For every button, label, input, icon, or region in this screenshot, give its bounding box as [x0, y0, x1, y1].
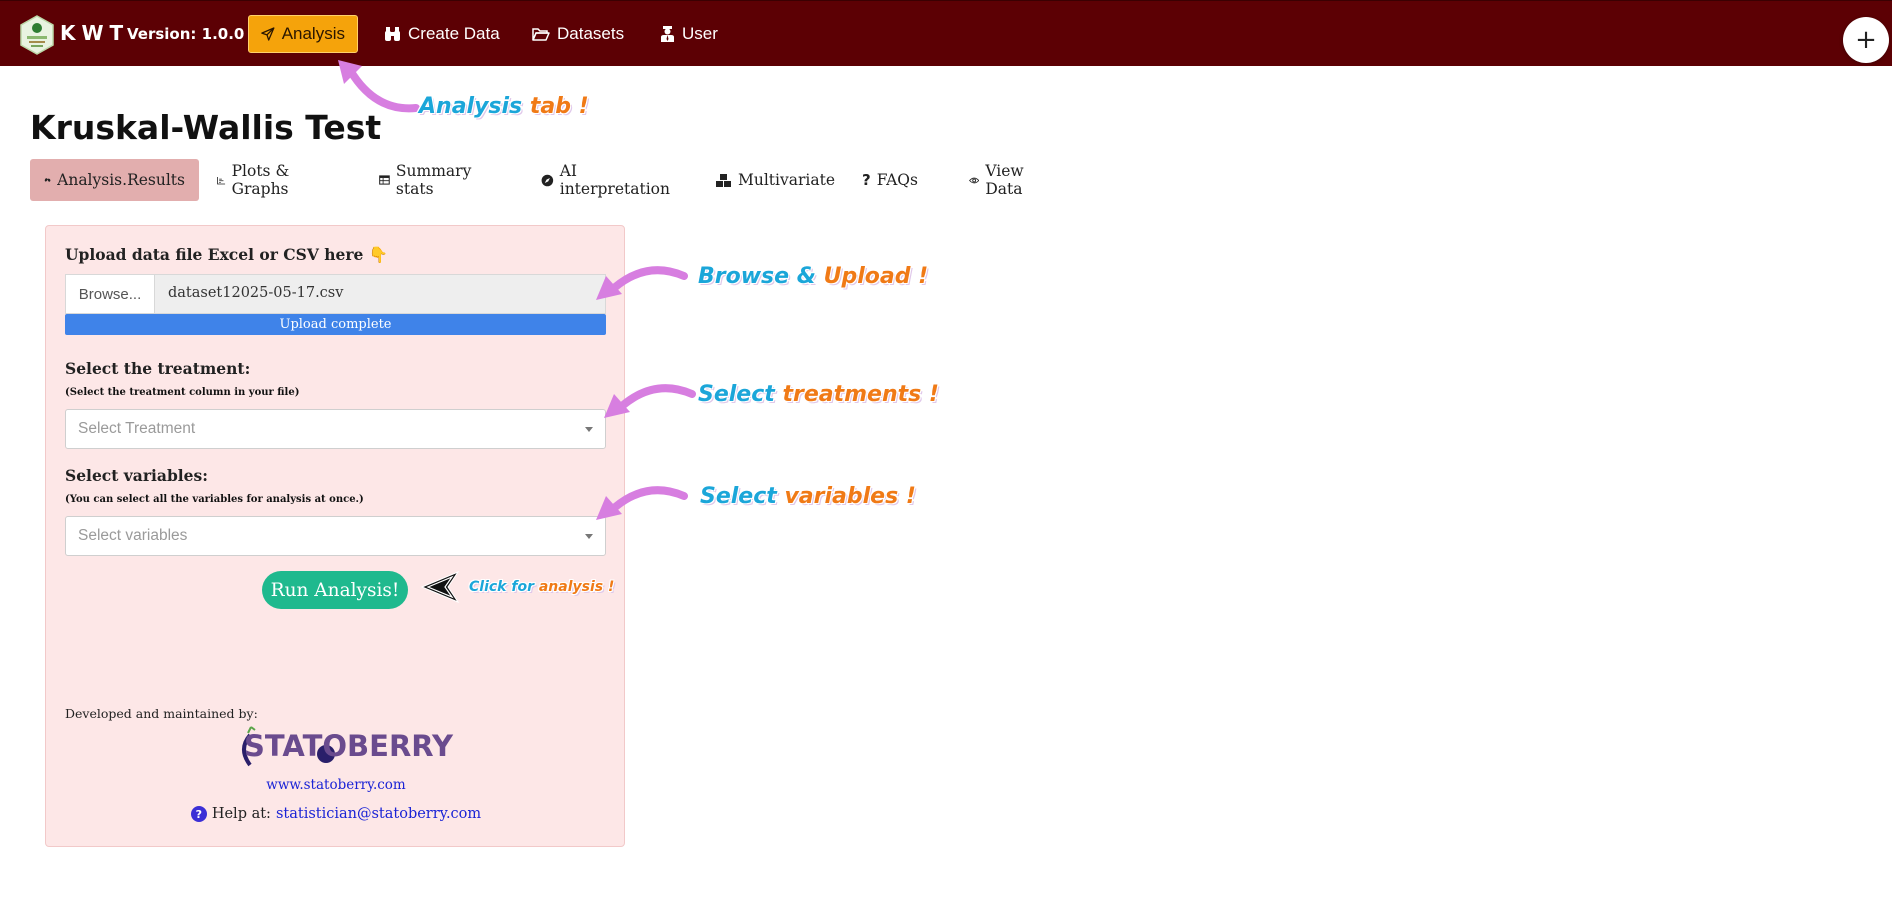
nav-tab-label: Analysis — [281, 24, 345, 43]
tab-faqs[interactable]: ? FAQs — [848, 159, 932, 201]
annotation-select-variables: Select variables ! — [700, 484, 916, 509]
help-prefix: Help at: — [211, 806, 271, 822]
run-analysis-button[interactable]: Run Analysis! — [262, 571, 408, 609]
nav-tab-analysis[interactable]: Analysis — [248, 15, 358, 53]
annotation-select-treatments: Select treatments ! — [698, 382, 939, 407]
annotation-analysis-tab: Analysis tab ! — [419, 94, 589, 119]
top-navbar: KWT Version: 1.0.0 Analysis Create Data … — [0, 0, 1892, 66]
annotation-arrow-analysis — [338, 60, 420, 113]
help-line: ? Help at: statistician@statoberry.com — [46, 806, 626, 822]
treatment-select-placeholder: Select Treatment — [78, 420, 196, 437]
app-version: Version: 1.0.0 — [127, 25, 245, 43]
folder-open-icon — [532, 27, 550, 41]
nav-tab-label: User — [682, 24, 718, 43]
chevron-down-icon — [585, 427, 593, 432]
help-email-link[interactable]: statistician@statoberry.com — [276, 806, 481, 822]
upload-progress-fill: Upload complete — [65, 314, 606, 335]
statoberry-logo-text: STATOBERRY — [244, 729, 454, 763]
question-icon: ? — [862, 171, 871, 189]
user-tie-icon — [661, 26, 674, 42]
website-link[interactable]: www.statoberry.com — [46, 777, 626, 793]
cubes-icon — [716, 173, 731, 187]
nav-tab-user[interactable]: User — [648, 15, 730, 53]
file-input[interactable]: Browse... dataset12025-05-17.csv — [65, 274, 606, 314]
eye-icon — [969, 177, 980, 183]
tab-label: Multivariate — [738, 171, 836, 189]
nav-tab-create-data[interactable]: Create Data — [372, 15, 512, 53]
input-panel: Upload data file Excel or CSV here 👇 Bro… — [45, 225, 625, 847]
developed-by-text: Developed and maintained by: — [65, 706, 258, 721]
add-button[interactable]: + — [1843, 17, 1889, 63]
hands-icon — [44, 178, 51, 182]
annotation-arrow-treatments — [604, 384, 696, 418]
paper-plane-icon — [261, 27, 275, 41]
variables-select[interactable]: Select variables — [65, 516, 606, 556]
tab-multivariate[interactable]: Multivariate — [701, 159, 849, 201]
annotation-arrow-variables — [596, 486, 688, 520]
variables-select-placeholder: Select variables — [78, 527, 188, 544]
page-title: Kruskal-Wallis Test — [30, 108, 382, 147]
statoberry-logo: STATOBERRY — [236, 725, 453, 773]
tab-view-data[interactable]: View Data — [955, 159, 1045, 201]
upload-progress-bar: Upload complete — [65, 314, 606, 335]
variables-sublabel: (You can select all the variables for an… — [65, 494, 364, 505]
binoculars-icon — [385, 27, 400, 41]
annotation-click-analysis: Click for analysis ! — [469, 579, 615, 595]
tab-plots-graphs[interactable]: Plots & Graphs — [203, 159, 310, 201]
variables-label: Select variables: — [65, 466, 208, 485]
nav-tab-label: Datasets — [557, 24, 625, 43]
tab-label: Plots & Graphs — [231, 162, 290, 198]
upload-label: Upload data file Excel or CSV here 👇 — [65, 245, 389, 264]
tab-ai-interpretation[interactable]: AI interpretation — [527, 159, 686, 201]
nav-tab-datasets[interactable]: Datasets — [520, 15, 636, 53]
file-name-field: dataset12025-05-17.csv — [168, 285, 344, 301]
app-brand: KWT — [60, 21, 130, 45]
tab-label: View Data — [985, 162, 1024, 198]
table-icon — [379, 175, 390, 185]
tab-summary-stats[interactable]: Summary stats — [365, 159, 490, 201]
browse-button[interactable]: Browse... — [66, 275, 155, 313]
chart-icon — [217, 176, 226, 184]
tab-analysis-results[interactable]: Analysis.Results — [30, 159, 199, 201]
annotation-browse-upload: Browse & Upload ! — [698, 264, 929, 289]
treatment-select[interactable]: Select Treatment — [65, 409, 606, 449]
app-logo — [20, 15, 54, 55]
question-circle-icon: ? — [190, 806, 207, 822]
compass-icon — [541, 174, 554, 186]
tab-label: Summary stats — [395, 162, 472, 198]
tab-label: AI interpretation — [559, 162, 670, 198]
treatment-sublabel: (Select the treatment column in your fil… — [65, 387, 300, 398]
annotation-arrow-browse — [596, 266, 688, 300]
pointer-arrow-icon — [420, 570, 460, 604]
treatment-label: Select the treatment: — [65, 359, 251, 378]
chevron-down-icon — [585, 534, 593, 539]
tab-label: Analysis.Results — [57, 171, 185, 189]
nav-tab-label: Create Data — [408, 24, 500, 43]
tab-label: FAQs — [876, 171, 918, 189]
